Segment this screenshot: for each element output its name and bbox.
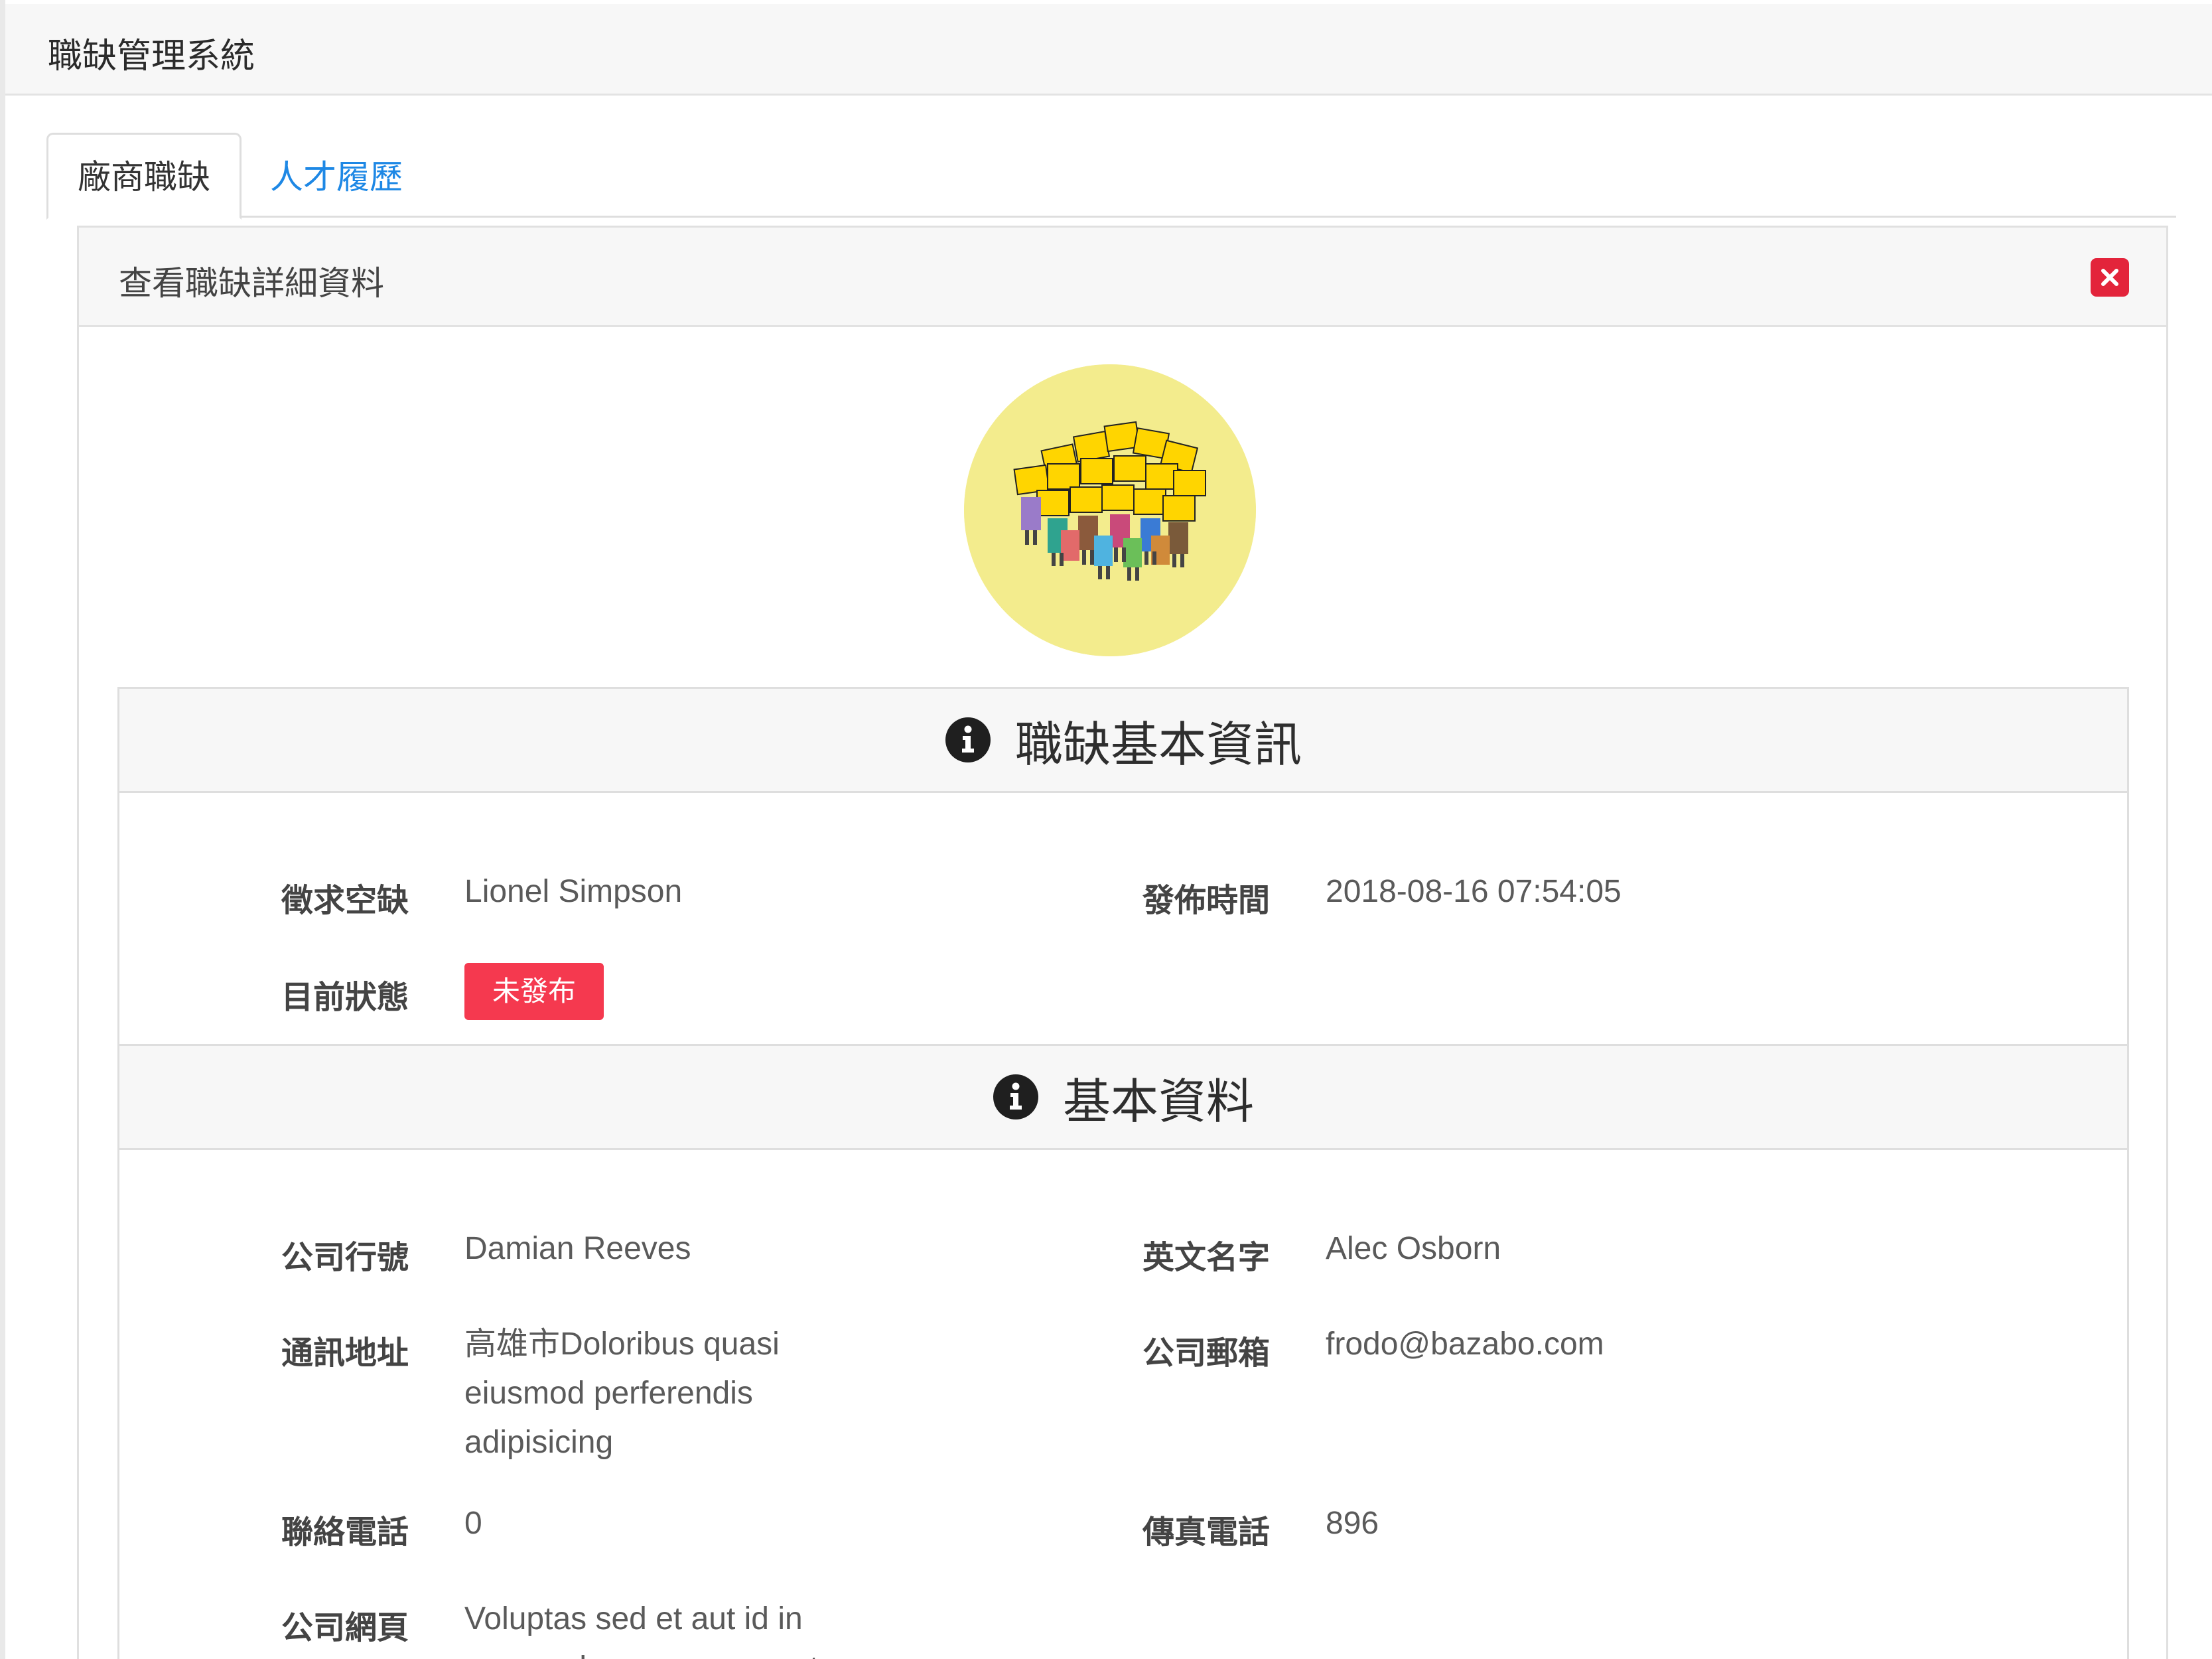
close-icon — [2101, 269, 2118, 286]
panel-header: 查看職缺詳細資料 — [79, 228, 2166, 327]
job-detail-panel: 查看職缺詳細資料 職缺基本資訊 徵求空缺 Lionel Simpson 發佈時間… — [77, 226, 2168, 1659]
english-name-value: Alec Osborn — [1326, 1231, 1501, 1266]
website-line-1: Voluptas sed et aut id in — [464, 1601, 803, 1636]
position-label: 徵求空缺 — [281, 882, 409, 919]
website-line-2: commodo non porro sunt — [464, 1644, 819, 1659]
top-navbar: 職缺管理系統 — [5, 4, 2212, 96]
job-info-section-title: 職缺基本資訊 — [1014, 716, 1302, 772]
panel-title: 查看職缺詳細資料 — [119, 264, 384, 303]
company-name-value: Damian Reeves — [464, 1231, 691, 1266]
status-label: 目前狀態 — [281, 979, 409, 1016]
website-label: 公司網頁 — [281, 1609, 409, 1646]
published-time-value: 2018-08-16 07:54:05 — [1326, 874, 1622, 909]
info-circle-icon — [945, 717, 991, 762]
window-left-edge — [0, 0, 5, 1659]
company-name-label: 公司行號 — [281, 1239, 409, 1276]
company-logo-image — [964, 364, 1256, 656]
info-circle-icon — [993, 1074, 1038, 1119]
published-time-label: 發佈時間 — [1142, 882, 1271, 919]
tab-bar: 廠商職缺 人才履歷 — [46, 133, 2176, 220]
phone-label: 聯絡電話 — [281, 1514, 409, 1551]
basic-info-section-title: 基本資料 — [1062, 1073, 1254, 1129]
app-title: 職缺管理系統 — [48, 36, 255, 76]
address-line-2: eiusmod perferendis — [464, 1376, 753, 1411]
address-line-1: 高雄市Doloribus quasi — [464, 1327, 780, 1362]
basic-info-section-body: 公司行號 Damian Reeves 英文名字 Alec Osborn 通訊地址… — [117, 1150, 2129, 1659]
close-button[interactable] — [2091, 258, 2129, 297]
status-badge: 未發布 — [464, 963, 604, 1020]
fax-value: 896 — [1326, 1506, 1379, 1541]
address-line-3: adipisicing — [464, 1425, 614, 1460]
fax-label: 傳真電話 — [1142, 1514, 1271, 1551]
basic-info-section-header: 基本資料 — [117, 1044, 2129, 1150]
tab-vendor-jobs[interactable]: 廠商職缺 — [46, 133, 242, 220]
phone-value: 0 — [464, 1506, 482, 1541]
position-value: Lionel Simpson — [464, 874, 683, 909]
company-email-value: frodo@bazabo.com — [1326, 1327, 1604, 1362]
job-info-section-body: 徵求空缺 Lionel Simpson 發佈時間 2018-08-16 07:5… — [117, 793, 2129, 1052]
english-name-label: 英文名字 — [1142, 1239, 1271, 1276]
company-email-label: 公司郵箱 — [1142, 1334, 1271, 1372]
tab-talent-resumes[interactable]: 人才履歷 — [239, 133, 434, 220]
job-info-section-header: 職缺基本資訊 — [117, 687, 2129, 793]
address-label: 通訊地址 — [281, 1334, 409, 1372]
